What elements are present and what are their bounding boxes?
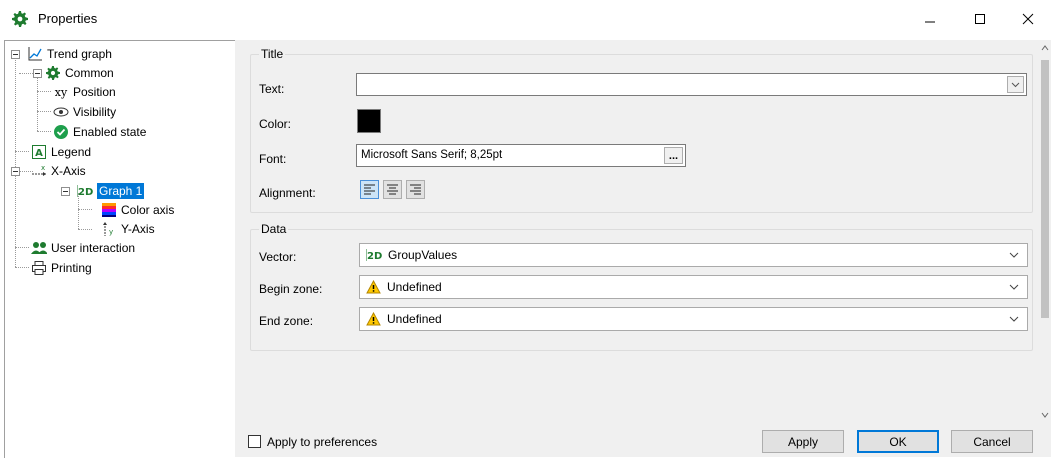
tree-item-position[interactable]: xy Position: [53, 83, 116, 101]
tree-item-color-axis[interactable]: Color axis: [101, 201, 174, 219]
trend-graph-icon: [27, 46, 43, 62]
font-label: Font:: [259, 152, 287, 166]
end-zone-value: Undefined: [387, 312, 442, 326]
end-zone-label: End zone:: [259, 314, 314, 328]
svg-text:y: y: [109, 228, 113, 236]
eye-icon: [53, 104, 69, 120]
data-group: Data Vector: 2D GroupValues Begin zone: …: [250, 222, 1033, 351]
align-center-icon: [387, 184, 398, 195]
warning-icon: [366, 280, 381, 294]
begin-zone-value: Undefined: [387, 280, 442, 294]
align-left-icon: [364, 184, 375, 195]
title-group: Title Text: Color: Font: Microsoft Sans …: [250, 47, 1033, 213]
text-dropdown-button[interactable]: [1007, 76, 1024, 93]
svg-text:x: x: [41, 164, 45, 172]
color-swatch-button[interactable]: [357, 109, 381, 133]
collapse-toggle-x-axis[interactable]: [11, 167, 20, 176]
align-right-icon: [410, 184, 421, 195]
title-bar: Properties: [0, 0, 1051, 38]
graph-2d-icon: 2D: [366, 249, 382, 262]
check-circle-icon: [53, 124, 69, 140]
align-left-button[interactable]: [360, 180, 379, 199]
tree-item-trend-graph[interactable]: Trend graph: [27, 45, 112, 63]
font-value: Microsoft Sans Serif; 8,25pt: [361, 149, 503, 161]
tree-item-legend[interactable]: A Legend: [31, 143, 91, 161]
tree-item-graph1[interactable]: 2D Graph 1: [77, 182, 145, 200]
vector-label: Vector:: [259, 250, 297, 264]
tree-item-label: Y-Axis: [121, 222, 155, 236]
tree-item-printing[interactable]: Printing: [31, 259, 92, 277]
printer-icon: [31, 260, 47, 276]
data-group-header: Data: [259, 222, 289, 236]
chevron-down-icon: [1009, 284, 1019, 290]
tree-item-label: Printing: [51, 261, 92, 275]
chevron-down-icon: [1009, 316, 1019, 322]
tree-item-label: Position: [73, 85, 116, 99]
close-button[interactable]: [1005, 0, 1051, 38]
apply-to-preferences-checkbox[interactable]: [248, 435, 261, 448]
begin-zone-label: Begin zone:: [259, 282, 323, 296]
tree-item-x-axis[interactable]: x X-Axis: [31, 162, 86, 180]
users-icon: [31, 240, 47, 256]
alignment-label: Alignment:: [259, 186, 316, 200]
tree-item-user-interaction[interactable]: User interaction: [31, 239, 135, 257]
bottom-bar: Apply to preferences Apply OK Cancel: [242, 426, 1051, 457]
vector-value: GroupValues: [388, 248, 458, 262]
end-zone-combobox[interactable]: Undefined: [359, 307, 1028, 331]
collapse-toggle-common[interactable]: [33, 69, 42, 78]
font-browse-button[interactable]: ...: [664, 147, 683, 164]
tree-item-label: Color axis: [121, 203, 175, 217]
begin-zone-combobox[interactable]: Undefined: [359, 275, 1028, 299]
maximize-button[interactable]: [957, 0, 1003, 38]
xy-position-icon: xy: [54, 85, 68, 99]
scrollbar-thumb[interactable]: [1041, 60, 1049, 318]
scroll-up-icon[interactable]: [1041, 45, 1049, 51]
cancel-button[interactable]: Cancel: [951, 430, 1033, 453]
tree-item-visibility[interactable]: Visibility: [53, 103, 116, 121]
collapse-toggle-trend-graph[interactable]: [11, 50, 20, 59]
align-center-button[interactable]: [383, 180, 402, 199]
text-label: Text:: [259, 82, 285, 96]
window-title: Properties: [38, 11, 98, 26]
properties-panel: Title Text: Color: Font: Microsoft Sans …: [242, 40, 1039, 426]
tree-item-label: Legend: [51, 145, 92, 159]
warning-icon: [366, 312, 381, 326]
gear-icon: [12, 11, 28, 27]
font-field[interactable]: Microsoft Sans Serif; 8,25pt ...: [356, 144, 686, 167]
gear-icon: [45, 65, 61, 81]
apply-to-preferences-label[interactable]: Apply to preferences: [267, 435, 377, 449]
tree-item-label: X-Axis: [51, 164, 86, 178]
svg-text:2D: 2D: [78, 187, 93, 198]
tree-item-label: Visibility: [73, 105, 117, 119]
minimize-button[interactable]: [907, 0, 953, 38]
text-combobox[interactable]: [356, 73, 1027, 96]
tree-item-label: User interaction: [51, 241, 136, 255]
legend-icon: A: [31, 144, 47, 160]
x-axis-icon: x: [31, 163, 47, 179]
y-axis-icon: y: [101, 221, 117, 237]
tree-item-label: Trend graph: [47, 47, 112, 61]
title-group-header: Title: [259, 47, 286, 61]
color-label: Color:: [259, 117, 292, 131]
chevron-down-icon: [1009, 252, 1019, 258]
tree-item-enabled-state[interactable]: Enabled state: [53, 123, 146, 141]
tree-item-y-axis[interactable]: y Y-Axis: [101, 220, 155, 238]
splitter[interactable]: [235, 40, 242, 457]
scroll-down-icon[interactable]: [1041, 412, 1049, 418]
align-right-button[interactable]: [406, 180, 425, 199]
property-tree[interactable]: Trend graph Common xy Position Visibilit…: [4, 40, 236, 458]
collapse-toggle-graph1[interactable]: [61, 187, 70, 196]
tree-item-label: Common: [65, 66, 114, 80]
vector-combobox[interactable]: 2D GroupValues: [359, 243, 1028, 267]
chevron-down-icon: [1011, 82, 1020, 87]
tree-item-label: Graph 1: [97, 183, 145, 199]
tree-item-label: Enabled state: [73, 125, 147, 139]
graph-2d-icon: 2D: [77, 183, 93, 199]
color-gradient-icon: [101, 202, 117, 218]
ok-button[interactable]: OK: [857, 430, 939, 453]
svg-text:A: A: [35, 148, 43, 159]
apply-button[interactable]: Apply: [762, 430, 844, 453]
tree-item-common[interactable]: Common: [45, 64, 114, 82]
svg-text:2D: 2D: [367, 251, 382, 262]
